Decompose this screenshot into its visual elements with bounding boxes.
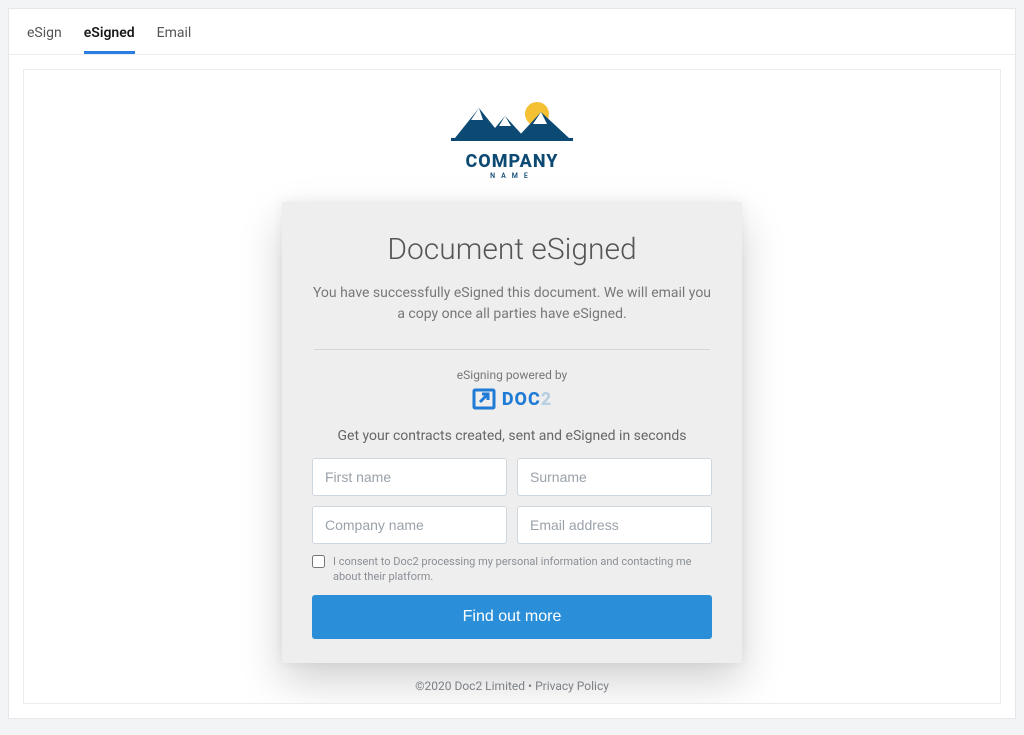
cta-tagline: Get your contracts created, sent and eSi…	[312, 428, 712, 444]
company-logo-subline: NAME	[490, 172, 534, 180]
provider-brand-text: DOC2	[502, 389, 552, 410]
tab-esign[interactable]: eSign	[27, 19, 62, 54]
mountain-logo-icon	[447, 98, 577, 153]
tab-esigned[interactable]: eSigned	[84, 19, 135, 54]
lead-form-grid	[312, 458, 712, 544]
email-address-input[interactable]	[517, 506, 712, 544]
page-footer: ©2020 Doc2 Limited • Privacy Policy	[415, 679, 609, 693]
first-name-input[interactable]	[312, 458, 507, 496]
company-name-input[interactable]	[312, 506, 507, 544]
tab-email[interactable]: Email	[157, 19, 192, 54]
consent-text: I consent to Doc2 processing my personal…	[333, 554, 712, 585]
surname-input[interactable]	[517, 458, 712, 496]
provider-logo: DOC2	[312, 388, 712, 410]
tabs-bar: eSign eSigned Email	[9, 9, 1015, 55]
consent-row[interactable]: I consent to Doc2 processing my personal…	[312, 554, 712, 585]
find-out-more-button[interactable]: Find out more	[312, 595, 712, 639]
doc2-arrow-icon	[472, 388, 496, 410]
card-body-text: You have successfully eSigned this docum…	[312, 283, 712, 325]
card-title: Document eSigned	[312, 232, 712, 267]
consent-checkbox[interactable]	[312, 555, 325, 568]
footer-separator: •	[525, 679, 535, 693]
app-frame: eSign eSigned Email COMPANY NAME	[8, 8, 1016, 719]
privacy-policy-link[interactable]: Privacy Policy	[535, 679, 609, 693]
company-logo-name: COMPANY	[466, 151, 559, 172]
powered-by-label: eSigning powered by	[312, 368, 712, 382]
divider	[314, 349, 710, 350]
esigned-card: Document eSigned You have successfully e…	[282, 202, 742, 663]
company-logo: COMPANY NAME	[447, 98, 577, 180]
footer-copyright: ©2020 Doc2 Limited	[415, 679, 525, 693]
page-content: COMPANY NAME Document eSigned You have s…	[23, 69, 1001, 704]
